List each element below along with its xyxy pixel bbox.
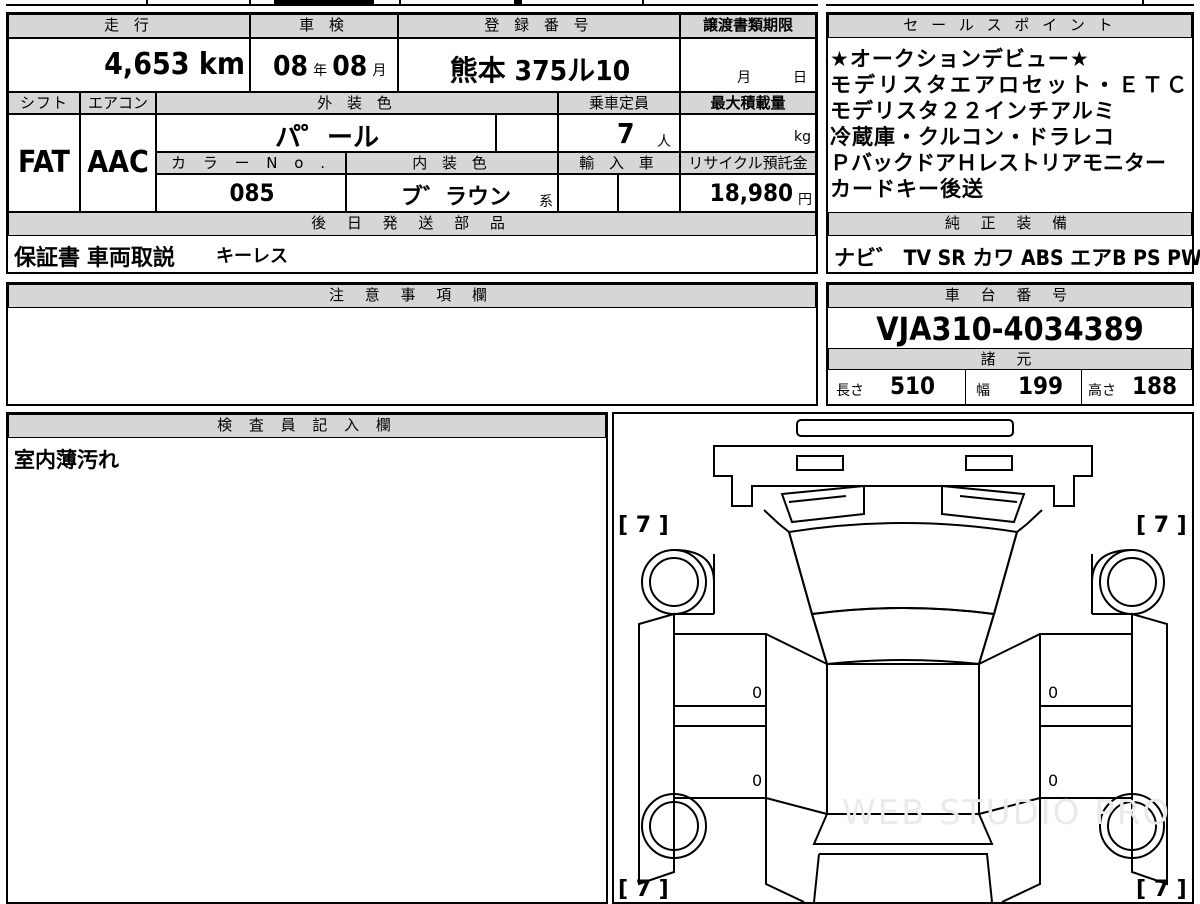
sales-point-line: モデリスタ２２インチアルミ	[830, 99, 1116, 123]
color-no-cell: 085	[156, 174, 346, 212]
aircon-value: AAC	[87, 145, 149, 180]
notes-header: 注 意 事 項 欄	[8, 284, 816, 308]
aircon-header: エアコン	[80, 92, 156, 114]
chassis-value: VJA310-4034389	[876, 310, 1144, 348]
sales-point-line: カードキー後送	[830, 177, 984, 201]
transfer-deadline-header: 譲渡書類期限	[680, 14, 816, 38]
sales-points-header: セ ー ル ス ポ イ ン ト	[828, 14, 1192, 38]
max-load-header: 最大積載量	[680, 92, 816, 114]
sales-point-line: ★オークションデビュー★	[830, 47, 1090, 71]
mileage-cell: 4,653 km	[8, 38, 250, 92]
exterior-color-sub-cell	[496, 114, 558, 152]
shaken-month: 08	[332, 49, 368, 82]
tire-rl-mark: [ 7 ]	[618, 877, 669, 902]
exterior-color-value: パ゜ール	[274, 123, 379, 153]
panel-mark-right-front: 0	[1048, 683, 1058, 702]
inspector-header: 検 査 員 記 入 欄	[8, 414, 606, 438]
spec-length-label: 長さ	[836, 383, 864, 399]
capacity-cell: 7 人	[558, 114, 680, 152]
exterior-color-header: 外 装 色	[156, 92, 558, 114]
recycle-fee-cell: 18,980 円	[680, 174, 816, 212]
sales-points-box: セ ー ル ス ポ イ ン ト ★オークションデビュー★ モデリスタエアロセット…	[826, 12, 1200, 274]
capacity-value: 7	[617, 117, 635, 150]
later-parts-cell: 保証書 車両取説 キーレス	[8, 236, 816, 272]
registration-value: 熊本 375ル10	[449, 54, 631, 87]
notes-box: 注 意 事 項 欄	[6, 282, 818, 406]
car-diagram: [ 7 ] [ 7 ] [ 7 ] [ 7 ] 0 0 0 0 WEB STUD…	[618, 419, 1187, 902]
interior-color-header: 内 装 色	[346, 152, 558, 174]
exterior-color-cell: パ゜ール	[156, 114, 496, 153]
spec-width-label: 幅	[976, 383, 990, 399]
max-load-cell: kg	[680, 114, 816, 152]
spec-height-value: 188	[1132, 372, 1178, 400]
shift-header: シフト	[8, 92, 80, 114]
spec-height-label: 高さ	[1088, 383, 1116, 399]
tire-fl-mark: [ 7 ]	[618, 513, 669, 538]
panel-mark-left-rear: 0	[752, 771, 762, 790]
max-load-unit: kg	[794, 129, 811, 145]
car-diagram-box: [ 7 ] [ 7 ] [ 7 ] [ 7 ] 0 0 0 0 WEB STUD…	[612, 412, 1194, 904]
spec-length-value: 510	[890, 372, 936, 400]
shaken-year-unit: 年	[313, 63, 328, 79]
mileage-header: 走 行	[8, 14, 250, 38]
transfer-day-unit: 日	[793, 70, 807, 86]
spec-height-cell: 高さ 188	[1082, 370, 1192, 404]
later-parts-extra: キーレス	[216, 246, 288, 267]
tire-fr-mark: [ 7 ]	[1136, 513, 1187, 538]
genuine-equipment-items: ナビ゛ TV SR カワ ABS エアB PS PW	[834, 246, 1200, 270]
shaken-cell: 08 年 08 月	[250, 38, 398, 92]
recycle-fee-value: 18,980	[709, 179, 793, 207]
later-parts-header: 後 日 発 送 部 品	[8, 212, 816, 236]
spec-length-cell: 長さ 510	[828, 370, 966, 404]
spec-width-cell: 幅 199	[966, 370, 1082, 404]
inspector-box: 検 査 員 記 入 欄 室内薄汚れ	[6, 412, 608, 904]
recycle-fee-unit: 円	[798, 192, 812, 208]
genuine-equipment-header: 純 正 装 備	[828, 212, 1192, 236]
mileage-value: 4,653	[104, 47, 190, 82]
later-parts-items: 保証書 車両取説	[14, 246, 175, 271]
top-strip-right	[826, 0, 1194, 6]
import-car-header: 輸 入 車	[558, 152, 680, 174]
spec-width-value: 199	[1018, 372, 1064, 400]
shaken-header: 車 検	[250, 14, 398, 38]
shift-value: FAT	[18, 145, 70, 180]
interior-color-value: ブ゛ラウン	[401, 185, 512, 210]
panel-mark-right-rear: 0	[1048, 771, 1058, 790]
shift-cell: FAT	[8, 114, 80, 212]
inspector-comment: 室内薄汚れ	[14, 448, 119, 472]
sales-point-line: モデリスタエアロセット・ＥＴＣ	[830, 73, 1190, 97]
registration-cell: 熊本 375ル10	[398, 38, 680, 92]
color-no-value: 085	[229, 179, 275, 207]
interior-color-cell: ブ゛ラウン 系	[346, 174, 558, 212]
interior-color-suffix: 系	[539, 194, 553, 210]
import-car-cell-b	[618, 174, 680, 212]
vehicle-info-table: 走 行 車 検 登 録 番 号 譲渡書類期限 4,653 km 08 年 08 …	[6, 12, 818, 274]
transfer-deadline-cell: 月 日	[680, 38, 816, 92]
watermark: WEB STUDIO PRO	[842, 793, 1171, 833]
specs-header: 諸 元	[828, 348, 1192, 370]
transfer-month-unit: 月	[737, 70, 751, 86]
import-car-cell-a	[558, 174, 618, 212]
chassis-header: 車 台 番 号	[828, 284, 1192, 308]
recycle-fee-header: リサイクル預託金	[680, 152, 816, 174]
sales-points-list: ★オークションデビュー★ モデリスタエアロセット・ＥＴＣ モデリスタ２２インチア…	[830, 46, 1192, 202]
top-strip	[6, 0, 818, 6]
shaken-month-unit: 月	[372, 63, 387, 79]
color-no-header: カ ラ ー N o .	[156, 152, 346, 174]
tire-rr-mark: [ 7 ]	[1136, 877, 1187, 902]
chassis-box: 車 台 番 号 VJA310-4034389 諸 元 長さ 510 幅 199 …	[826, 282, 1194, 406]
registration-header: 登 録 番 号	[398, 14, 680, 38]
mileage-unit: km	[198, 47, 245, 82]
aircon-cell: AAC	[80, 114, 156, 212]
capacity-header: 乗車定員	[558, 92, 680, 114]
panel-mark-left-front: 0	[752, 683, 762, 702]
capacity-unit: 人	[657, 134, 671, 150]
shaken-year: 08	[273, 49, 309, 82]
sales-point-line: ＰバックドアＨレストリアモニター	[830, 151, 1166, 175]
sales-point-line: 冷蔵庫・クルコン・ドラレコ	[830, 125, 1115, 149]
